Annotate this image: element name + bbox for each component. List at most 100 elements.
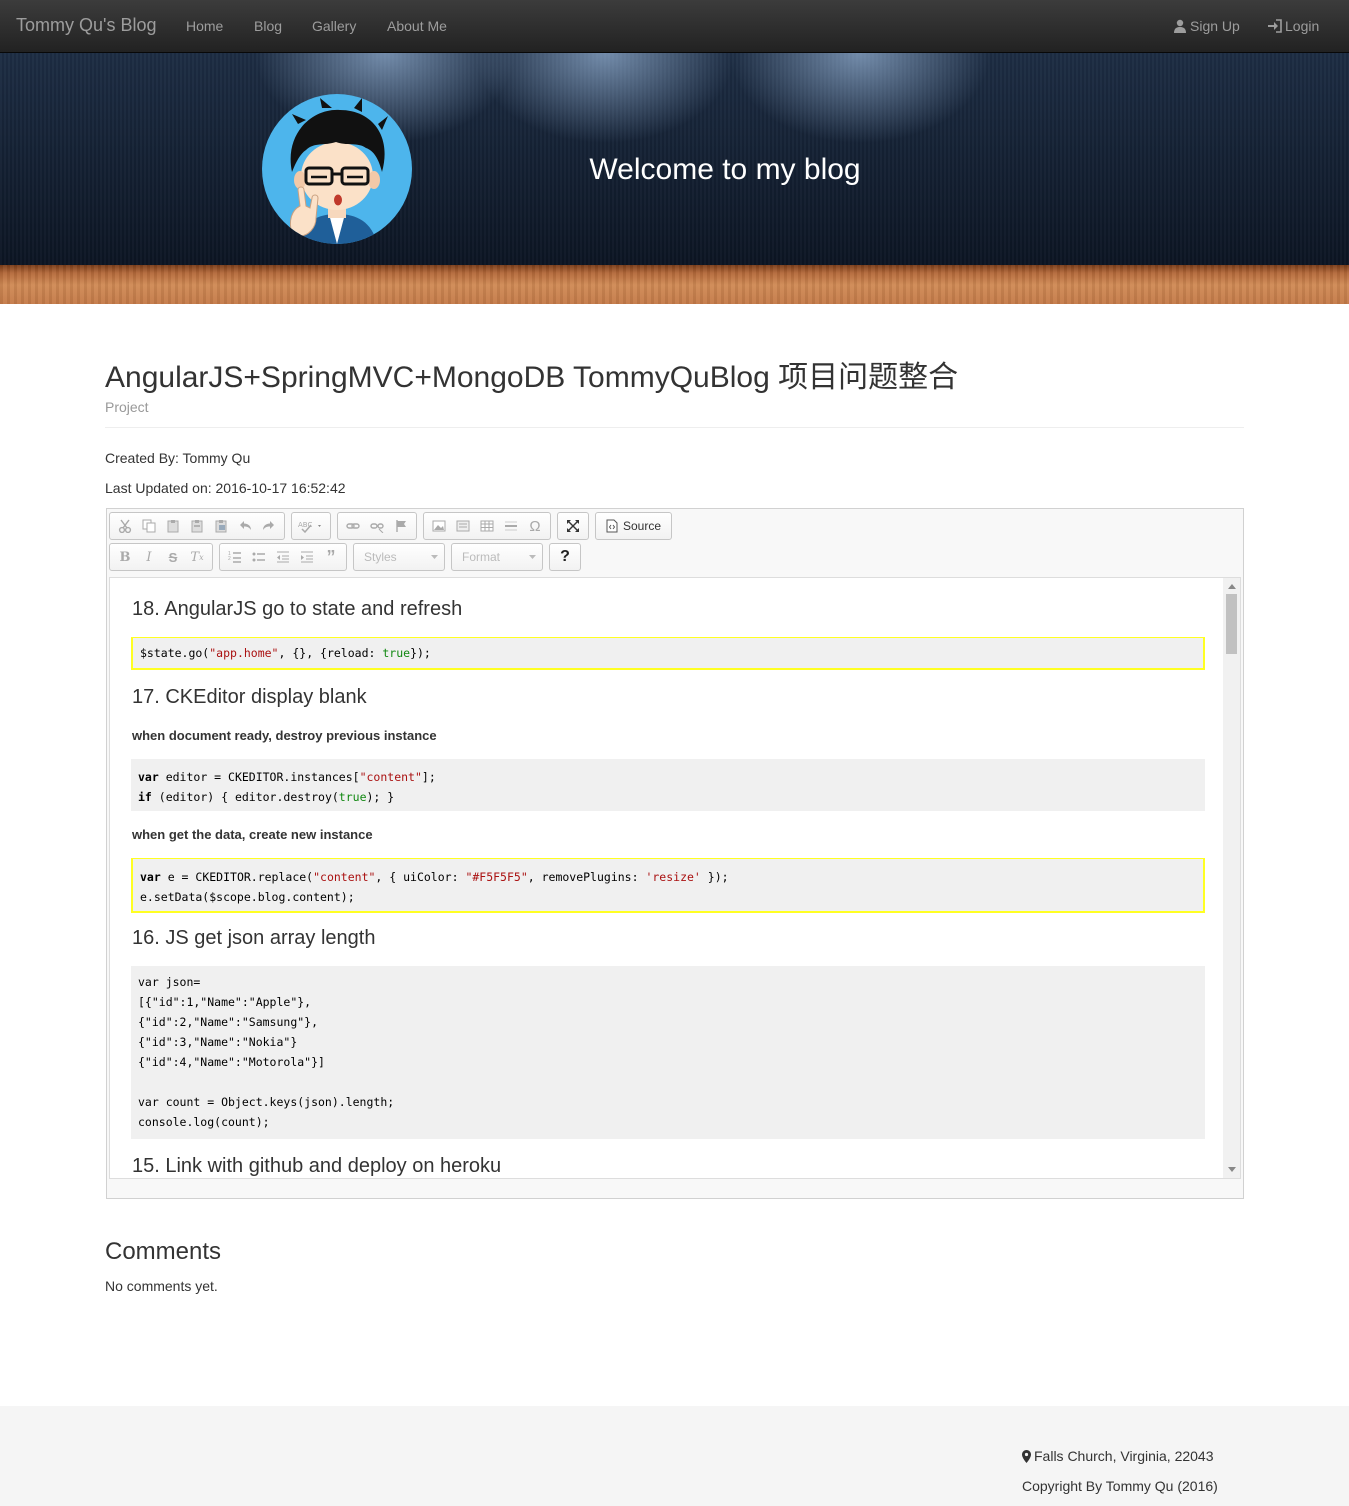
created-by: Created By: Tommy Qu — [105, 450, 251, 466]
brand-link[interactable]: Tommy Qu's Blog — [16, 15, 156, 36]
code-block-destroy: var editor = CKEDITOR.instances["content… — [131, 759, 1205, 811]
source-icon — [606, 519, 618, 533]
code-token: e = CKEDITOR.replace( — [160, 870, 314, 884]
code-line: var json= — [138, 975, 201, 989]
paragraph-group: 12 ” — [219, 543, 347, 571]
code-line: {"id":4,"Name":"Motorola"}] — [138, 1055, 325, 1069]
special-char-icon[interactable]: Ω — [524, 515, 546, 537]
paste-icon[interactable] — [162, 515, 184, 537]
nav-about-me[interactable]: About Me — [387, 18, 447, 34]
maximize-icon[interactable] — [562, 515, 584, 537]
editor-scrollbar[interactable] — [1223, 578, 1240, 1178]
help-icon[interactable]: ? — [554, 546, 576, 568]
paste-text-icon[interactable] — [186, 515, 208, 537]
code-token: editor = CKEDITOR.instances[ — [158, 770, 360, 784]
code-token: 'resize' — [645, 870, 701, 884]
code-block-replace: var e = CKEDITOR.replace("content", { ui… — [131, 858, 1205, 913]
no-comments-text: No comments yet. — [105, 1278, 218, 1294]
code-token: true — [338, 790, 367, 804]
styles-label: Styles — [364, 550, 397, 564]
code-token: var — [138, 770, 159, 784]
paste-word-icon[interactable] — [210, 515, 232, 537]
code-token: true — [382, 646, 411, 660]
remove-format-icon[interactable]: Tx — [186, 546, 208, 568]
spellcheck-group: ABC — [291, 512, 331, 540]
code-token: (editor) { editor.destroy( — [151, 790, 339, 804]
anchor-flag-icon[interactable] — [390, 515, 412, 537]
code-line: var count = Object.keys(json).length; — [138, 1095, 395, 1109]
code-token: $state.go( — [140, 646, 210, 660]
source-button[interactable]: Source — [600, 519, 667, 533]
outdent-icon[interactable] — [272, 546, 294, 568]
numbered-list-icon[interactable]: 12 — [224, 546, 246, 568]
link-icon[interactable] — [342, 515, 364, 537]
source-label: Source — [623, 519, 662, 533]
flash-icon[interactable] — [452, 515, 474, 537]
redo-icon[interactable] — [258, 515, 280, 537]
strike-icon[interactable]: S — [162, 546, 184, 568]
footer-copyright: Copyright By Tommy Qu (2016) — [1022, 1478, 1218, 1494]
italic-icon[interactable]: I — [138, 546, 160, 568]
section-heading-16: 16. JS get json array length — [132, 927, 376, 949]
code-token: ]; — [421, 770, 436, 784]
code-token: "content" — [313, 870, 376, 884]
code-token: , {}, {reload: — [278, 646, 383, 660]
image-icon[interactable] — [428, 515, 450, 537]
toolbar-row-1: ABC Ω Source — [109, 512, 673, 540]
unlink-icon[interactable] — [366, 515, 388, 537]
code-token: "#F5F5F5" — [465, 870, 528, 884]
code-line: {"id":2,"Name":"Samsung"}, — [138, 1015, 319, 1029]
code-line: {"id":3,"Name":"Nokia"} — [138, 1035, 298, 1049]
scroll-down-icon[interactable] — [1228, 1167, 1236, 1172]
styles-dropdown[interactable]: Styles — [353, 543, 445, 571]
scroll-thumb[interactable] — [1226, 594, 1237, 654]
code-token: "app.home" — [209, 646, 279, 660]
code-line: [{"id":1,"Name":"Apple"}, — [138, 995, 312, 1009]
section-17-sub-1: when document ready, destroy previous in… — [132, 728, 437, 743]
nav-home[interactable]: Home — [186, 18, 223, 34]
link-group — [337, 512, 417, 540]
signup-link[interactable]: Sign Up — [1173, 18, 1240, 34]
hero-title: Welcome to my blog — [589, 153, 861, 186]
bulleted-list-icon[interactable] — [248, 546, 270, 568]
code-token: var — [140, 870, 161, 884]
format-dropdown[interactable]: Format — [451, 543, 543, 571]
table-icon[interactable] — [476, 515, 498, 537]
basic-style-group: B I S Tx — [109, 543, 213, 571]
source-group: Source — [595, 512, 673, 540]
cut-icon[interactable] — [114, 515, 136, 537]
copy-icon[interactable] — [138, 515, 160, 537]
user-icon — [1173, 19, 1187, 33]
code-line: console.log(count); — [138, 1115, 270, 1129]
bold-icon[interactable]: B — [114, 546, 136, 568]
map-marker-icon — [1022, 1449, 1031, 1463]
avatar — [262, 94, 412, 244]
stage-floor — [0, 265, 1349, 304]
divider — [105, 427, 1244, 428]
clipboard-group — [109, 512, 285, 540]
format-label: Format — [462, 550, 501, 564]
spellcheck-icon[interactable]: ABC — [296, 515, 326, 537]
section-heading-15: 15. Link with github and deploy on herok… — [132, 1155, 502, 1177]
indent-icon[interactable] — [296, 546, 318, 568]
blockquote-icon[interactable]: ” — [320, 546, 342, 568]
address-text: Falls Church, Virginia, 22043 — [1034, 1448, 1214, 1464]
nav-blog[interactable]: Blog — [254, 18, 282, 34]
code-token: ); } — [366, 790, 395, 804]
login-icon — [1267, 19, 1282, 33]
chevron-down-icon — [529, 555, 536, 559]
nav-gallery[interactable]: Gallery — [312, 18, 356, 34]
scroll-up-icon[interactable] — [1228, 584, 1236, 589]
post-title: AngularJS+SpringMVC+MongoDB TommyQuBlog … — [105, 361, 959, 394]
signup-label: Sign Up — [1190, 18, 1240, 34]
login-label: Login — [1285, 18, 1320, 34]
toolbar-row-2: B I S Tx 12 ” Styles Format ? — [109, 543, 581, 571]
login-link[interactable]: Login — [1267, 18, 1319, 34]
horizontal-rule-icon[interactable] — [500, 515, 522, 537]
code-token: }); — [700, 870, 729, 884]
insert-group: Ω — [423, 512, 551, 540]
undo-icon[interactable] — [234, 515, 256, 537]
hero-banner: Welcome to my blog — [0, 53, 1349, 304]
post-category: Project — [105, 399, 149, 415]
editor-content[interactable]: 18. AngularJS go to state and refresh $s… — [109, 577, 1241, 1179]
